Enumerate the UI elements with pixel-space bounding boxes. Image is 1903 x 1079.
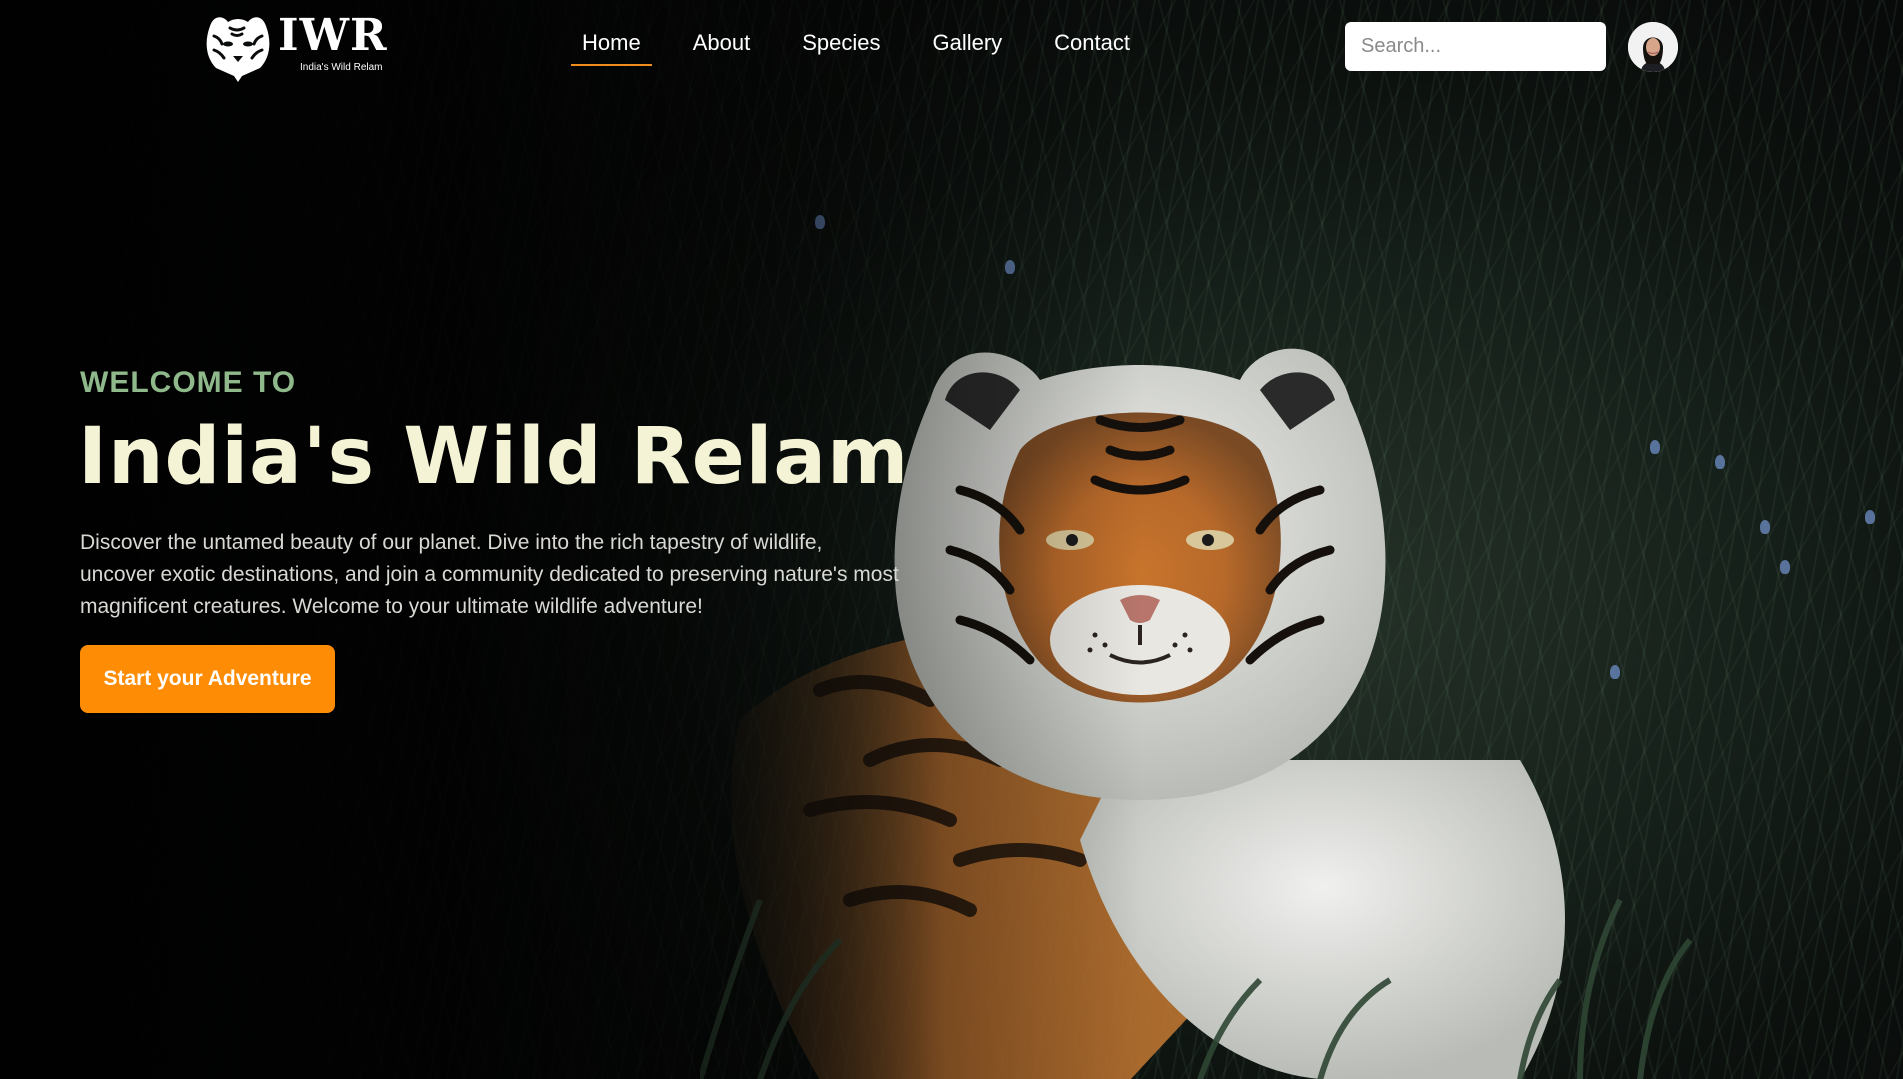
tiger-logo-icon — [206, 17, 270, 82]
logo-text: IWR — [278, 10, 388, 61]
site-header: IWR India's Wild Relam Home About Specie… — [0, 0, 1903, 90]
logo-tagline: India's Wild Relam — [300, 62, 383, 73]
avatar-photo — [1628, 22, 1678, 72]
nav-item-gallery[interactable]: Gallery — [932, 30, 1002, 70]
nav-item-species[interactable]: Species — [802, 30, 880, 70]
nav-item-about[interactable]: About — [693, 30, 751, 70]
site-logo[interactable]: IWR India's Wild Relam — [200, 10, 400, 82]
nav-item-contact[interactable]: Contact — [1054, 30, 1130, 70]
hero-section: IWR India's Wild Relam Home About Specie… — [0, 0, 1903, 1079]
start-adventure-button[interactable]: Start your Adventure — [80, 645, 335, 713]
nav-item-home[interactable]: Home — [571, 30, 652, 70]
hero-title: India's Wild Relam — [78, 412, 910, 502]
hero-description: Discover the untamed beauty of our plane… — [80, 531, 899, 618]
user-avatar[interactable] — [1628, 22, 1678, 72]
search-input[interactable] — [1345, 22, 1606, 71]
main-nav: Home About Species Gallery Contact — [571, 30, 1182, 70]
hero-eyebrow: WELCOME TO — [80, 366, 297, 399]
